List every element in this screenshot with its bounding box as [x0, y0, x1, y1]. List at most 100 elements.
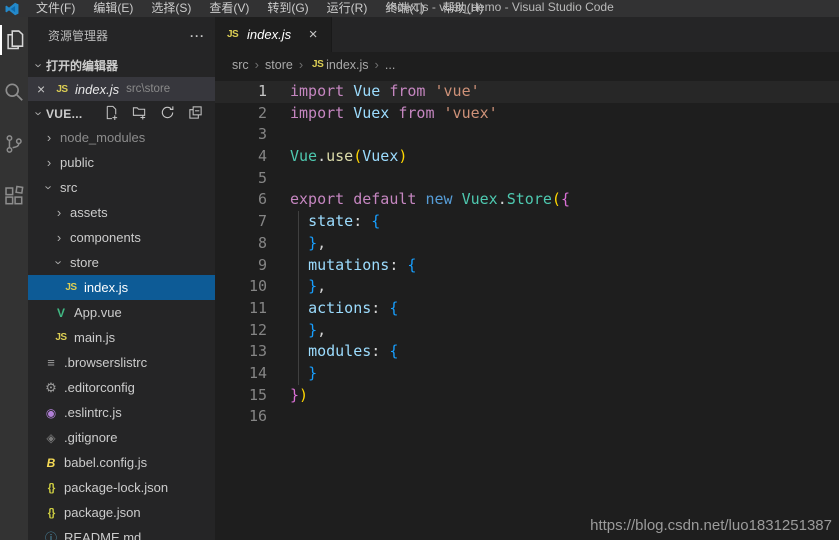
js-icon: JS	[227, 29, 247, 40]
code-line[interactable]: 3	[215, 124, 839, 146]
tree-item--editorconfig[interactable]: ⚙.editorconfig	[28, 375, 215, 400]
tree-item-label: README.md	[64, 530, 141, 540]
code-line[interactable]: 7 state: {	[215, 211, 839, 233]
search-icon[interactable]	[0, 77, 28, 107]
tree-item--eslintrc-js[interactable]: ◉.eslintrc.js	[28, 400, 215, 425]
tree-item-package-json[interactable]: {}package.json	[28, 500, 215, 525]
close-icon[interactable]: ×	[37, 81, 53, 97]
tab-index-js[interactable]: JS index.js ×	[215, 17, 332, 52]
menu-edit[interactable]: 编辑(E)	[84, 0, 142, 17]
tree-item-app-vue[interactable]: VApp.vue	[28, 300, 215, 325]
breadcrumb-label: store	[265, 58, 293, 72]
tree-item-label: main.js	[74, 330, 115, 345]
code-line[interactable]: 11 actions: {	[215, 298, 839, 320]
json-icon: {}	[42, 507, 60, 519]
menu-go[interactable]: 转到(G)	[258, 0, 317, 17]
tree-item-readme-md[interactable]: ⓘ README.md	[28, 525, 215, 540]
code-line[interactable]: 5	[215, 168, 839, 190]
breadcrumb-label: ...	[385, 58, 395, 72]
tree-item-assets[interactable]: ›assets	[28, 200, 215, 225]
tree-item-src[interactable]: ›src	[28, 175, 215, 200]
new-folder-icon[interactable]	[132, 105, 147, 123]
workbench: 资源管理器 ··· › 打开的编辑器 × JS index.js src\sto…	[0, 17, 839, 540]
tree-item-main-js[interactable]: JS main.js	[28, 325, 215, 350]
window-title: index.js - vuex_demo - Visual Studio Cod…	[388, 0, 614, 15]
line-number: 11	[215, 298, 267, 320]
menu-file[interactable]: 文件(F)	[27, 0, 84, 17]
babel-icon: B	[42, 456, 60, 470]
code-line-content: mutations: {	[267, 255, 416, 277]
chevron-down-icon: ›	[52, 256, 67, 270]
editor-group: JS index.js × src›store›JSindex.js›... 1…	[215, 17, 839, 540]
tree-item--gitignore[interactable]: ◈.gitignore	[28, 425, 215, 450]
tree-item--browserslistrc[interactable]: ≡.browserslistrc	[28, 350, 215, 375]
close-icon[interactable]: ×	[305, 26, 321, 43]
project-section-header[interactable]: › VUE...	[28, 102, 215, 125]
more-actions-icon[interactable]: ···	[190, 29, 205, 43]
code-line[interactable]: 10 },	[215, 276, 839, 298]
menu-view[interactable]: 查看(V)	[200, 0, 258, 17]
open-editors-label: 打开的编辑器	[46, 57, 118, 74]
js-icon: JS	[53, 84, 71, 95]
code-line[interactable]: 2import Vuex from 'vuex'	[215, 103, 839, 125]
code-line-content: Vue.use(Vuex)	[267, 146, 407, 168]
tree-item-label: .eslintrc.js	[64, 405, 122, 420]
code-editor[interactable]: 1import Vue from 'vue'2import Vuex from …	[215, 77, 839, 540]
info-icon: ⓘ	[42, 529, 60, 540]
code-line[interactable]: 8 },	[215, 233, 839, 255]
code-line[interactable]: 13 modules: {	[215, 341, 839, 363]
tree-item-package-lock-json[interactable]: {}package-lock.json	[28, 475, 215, 500]
code-line[interactable]: 1import Vue from 'vue'	[215, 81, 839, 103]
open-editors-header[interactable]: › 打开的编辑器	[28, 54, 215, 77]
tree-item-public[interactable]: ›public	[28, 150, 215, 175]
tree-item-label: src	[60, 180, 77, 195]
source-control-icon[interactable]	[0, 129, 28, 159]
collapse-all-icon[interactable]	[188, 105, 203, 123]
code-line[interactable]: 6export default new Vuex.Store({	[215, 189, 839, 211]
code-line-content	[267, 406, 290, 428]
explorer-icon[interactable]	[0, 25, 28, 55]
breadcrumb-item-src[interactable]: src	[232, 58, 249, 72]
vscode-logo-icon	[5, 2, 19, 16]
list-icon: ≡	[42, 355, 60, 370]
tree-item-label: babel.config.js	[64, 455, 147, 470]
code-line[interactable]: 9 mutations: {	[215, 255, 839, 277]
menu-selection[interactable]: 选择(S)	[142, 0, 200, 17]
menu-run[interactable]: 运行(R)	[318, 0, 377, 17]
breadcrumb-item-store[interactable]: store	[265, 58, 293, 72]
code-line-content: modules: {	[267, 341, 398, 363]
line-number: 5	[215, 168, 267, 190]
code-line[interactable]: 15})	[215, 385, 839, 407]
chevron-right-icon: ›	[52, 230, 66, 245]
code-line[interactable]: 16	[215, 406, 839, 428]
breadcrumb-item-index-js[interactable]: JSindex.js	[309, 58, 368, 72]
tree-item-node-modules[interactable]: ›node_modules	[28, 125, 215, 150]
tree-item-label: App.vue	[74, 305, 122, 320]
open-editor-name: index.js	[75, 82, 119, 97]
js-icon: JS	[52, 332, 70, 343]
line-number: 8	[215, 233, 267, 255]
refresh-icon[interactable]	[160, 105, 175, 123]
tree-item-babel-config-js[interactable]: Bbabel.config.js	[28, 450, 215, 475]
code-line[interactable]: 14 }	[215, 363, 839, 385]
tree-item-index-js[interactable]: JSindex.js	[28, 275, 215, 300]
tree-item-label: .gitignore	[64, 430, 117, 445]
code-line[interactable]: 12 },	[215, 320, 839, 342]
tree-item-label: public	[60, 155, 94, 170]
line-number: 4	[215, 146, 267, 168]
breadcrumb-item--[interactable]: ...	[385, 58, 395, 72]
extensions-icon[interactable]	[0, 181, 28, 211]
breadcrumb: src›store›JSindex.js›...	[215, 52, 839, 77]
new-file-icon[interactable]	[104, 105, 119, 123]
tree-item-components[interactable]: ›components	[28, 225, 215, 250]
chevron-down-icon: ›	[32, 59, 47, 73]
breadcrumb-separator-icon: ›	[375, 57, 379, 72]
line-number: 9	[215, 255, 267, 277]
title-bar: 文件(F)编辑(E)选择(S)查看(V)转到(G)运行(R)终端(T)帮助(H)…	[0, 0, 839, 17]
code-line-content: })	[267, 385, 308, 407]
vscode-window: 文件(F)编辑(E)选择(S)查看(V)转到(G)运行(R)终端(T)帮助(H)…	[0, 0, 839, 540]
code-line[interactable]: 4Vue.use(Vuex)	[215, 146, 839, 168]
code-line-content: import Vuex from 'vuex'	[267, 103, 498, 125]
tree-item-store[interactable]: ›store	[28, 250, 215, 275]
open-editor-item-index-js[interactable]: × JS index.js src\store	[28, 77, 215, 101]
